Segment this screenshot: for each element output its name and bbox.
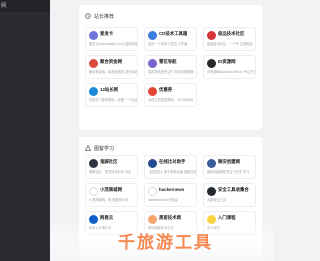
learning-card-header: 图客学习 [85, 144, 114, 152]
recommend-card: 站长推荐 爱发卡 爱发卡(www.aipay1.com) 国内优质发卡平台！ C… [79, 5, 262, 130]
site-logo-icon [89, 31, 98, 40]
site-description: hackernews公开信息 [148, 198, 178, 202]
site-logo-icon [89, 87, 98, 96]
site-name: 雪花导航 [159, 59, 177, 64]
site-name: 微安创建网 [218, 159, 240, 164]
site-logo-icon [207, 31, 216, 40]
site-description: 站长一个单页人员的 工作者 [148, 42, 188, 46]
site-logo-icon [148, 87, 157, 96]
site-tile[interactable]: 聚合资金网 聚合资金网，精准优质的 站长网站 [85, 55, 138, 79]
site-tile[interactable]: 极品技术社区 极品技术社区，一个专 注网络技 [203, 27, 256, 51]
site-tile[interactable]: 鬼脚社区 鬼脚社区，是学技术分享 社区 [85, 155, 138, 179]
site-logo-icon [207, 159, 216, 168]
site-description: 爱发卡(www.aipay1.com) 国内优质发卡平台！ [89, 42, 137, 46]
sidebar: 网 [0, 0, 50, 261]
site-logo-icon [89, 187, 98, 196]
site-description: 大量安全工具 [207, 198, 227, 202]
clock-icon [85, 13, 91, 19]
site-name: 安全工具收集合 [218, 187, 249, 192]
site-logo-icon [207, 187, 216, 196]
site-name: ID资源网 [218, 59, 236, 64]
site-logo-icon [148, 159, 157, 168]
site-name: 网易云 [100, 215, 114, 220]
site-tile[interactable]: 雪花导航 雪花导航是专注于 网址导航推荐 [144, 55, 197, 79]
site-tile[interactable]: 12站长网 仅供学习参考网站，收藏 一个站点 [85, 83, 138, 107]
site-name: 爱发卡 [100, 31, 114, 36]
site-name: 黑客技术网 [159, 215, 181, 220]
recommend-card-title: 站长推荐 [94, 13, 115, 20]
site-name: 优惠券 [159, 87, 173, 92]
site-name: 12站长网 [100, 87, 119, 92]
site-logo-icon [89, 159, 98, 168]
site-tile[interactable]: 在线比对助手 【在线比】用于带着全面 视频文件的 [144, 155, 197, 179]
site-tile[interactable]: 安全工具收集合 大量安全工具 [203, 183, 256, 207]
site-logo-icon [148, 31, 157, 40]
site-name: 极品技术社区 [218, 31, 245, 36]
site-name: 聚合资金网 [100, 59, 122, 64]
site-logo-icon [148, 59, 157, 68]
site-tile[interactable]: 优惠券 为你立刻发现商场， 917603081 [144, 83, 197, 107]
site-logo-icon [148, 187, 157, 196]
site-logo-icon [207, 59, 216, 68]
recommend-card-header: 站长推荐 [85, 12, 114, 20]
site-name: 鬼脚社区 [100, 159, 118, 164]
site-tile[interactable]: 小茂商城网 小茂商城网，搜 索更多分享 [85, 183, 138, 207]
site-description: 【在线比】用于带着全面 视频文件的 [148, 170, 196, 174]
site-description: 小茂商城网，搜 索更多分享 [89, 198, 129, 202]
site-tile[interactable]: CD技术工具箱 站长一个单页人员的 工作者 [144, 27, 197, 51]
site-description: 极品技术社区，一个专 注网络技 [207, 42, 253, 46]
site-description: 为你立刻发现商场， 917603081 [148, 98, 194, 102]
site-description: 鬼脚社区，是学技术分享 社区 [89, 170, 132, 174]
site-description: 聚合资金网，精准优质的 站长网站 [89, 70, 137, 74]
site-description: 雪花导航是专注于 网址导航推荐 [148, 70, 194, 74]
sidebar-brand-label: 网 [1, 3, 7, 9]
site-description: 微安创建网是专注于分享 学习 [207, 170, 250, 174]
site-description: 仅供学习参考网站，收藏 一个站点 [89, 98, 137, 102]
site-name: hackernews [159, 187, 185, 192]
site-tile[interactable]: hackernews hackernews公开信息 [144, 183, 197, 207]
site-name: CD技术工具箱 [159, 31, 188, 36]
site-description: ID资源网www.idoo789.cn 专注于技术网络技 [207, 70, 255, 74]
sidebar-brand[interactable]: 网 [0, 0, 50, 12]
site-tile[interactable]: ID资源网 ID资源网www.idoo789.cn 专注于技术网络技 [203, 55, 256, 79]
site-tile[interactable]: 微安创建网 微安创建网是专注于分享 学习 [203, 155, 256, 179]
site-logo-icon [89, 59, 98, 68]
site-name: 小茂商城网 [100, 187, 122, 192]
site-name: 在线比对助手 [159, 159, 186, 164]
site-tile[interactable]: 爱发卡 爱发卡(www.aipay1.com) 国内优质发卡平台！ [85, 27, 138, 51]
watermark-title: 千旅游工具 [118, 233, 213, 253]
triangle-icon [85, 145, 91, 151]
site-name: 入门课程 [218, 215, 236, 220]
page: 网 站长推荐 爱发卡 爱发卡(www.aipay1.com) 国内优质发卡平台！… [0, 0, 274, 261]
learning-card-title: 图客学习 [94, 145, 115, 152]
